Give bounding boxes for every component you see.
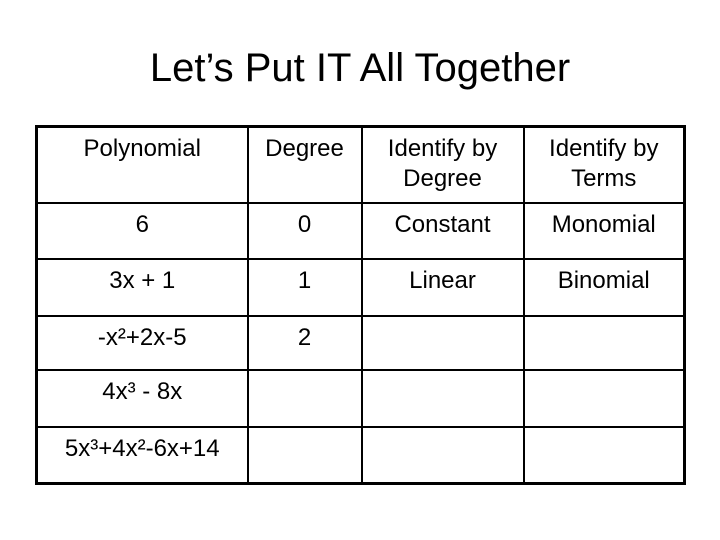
cell-by-degree: Linear xyxy=(360,257,525,317)
cell-by-terms xyxy=(522,314,686,371)
table-row: 6 0 Constant Monomial xyxy=(35,201,686,260)
cell-degree xyxy=(246,425,363,485)
cell-degree xyxy=(246,368,363,428)
cell-polynomial: 6 xyxy=(35,201,249,260)
slide-title: Let’s Put IT All Together xyxy=(149,46,571,90)
polynomial-table: Polynomial Degree Identify by Degree Ide… xyxy=(35,125,686,485)
table-row: 5x³+4x²-6x+14 xyxy=(35,425,686,485)
cell-by-degree xyxy=(360,425,525,485)
cell-polynomial: 3x + 1 xyxy=(35,257,249,317)
cell-degree: 1 xyxy=(246,257,363,317)
header-identify-by-degree: Identify by Degree xyxy=(360,125,525,204)
header-polynomial: Polynomial xyxy=(35,125,249,204)
header-degree: Degree xyxy=(246,125,363,204)
cell-by-degree: Constant xyxy=(360,201,525,260)
table-row: 4x³ - 8x xyxy=(35,368,686,428)
table-header-row: Polynomial Degree Identify by Degree Ide… xyxy=(35,125,686,204)
cell-degree: 2 xyxy=(246,314,363,371)
cell-by-terms xyxy=(522,368,686,428)
cell-by-degree xyxy=(360,368,525,428)
header-identify-by-terms: Identify by Terms xyxy=(522,125,686,204)
cell-degree: 0 xyxy=(246,201,363,260)
cell-polynomial: 4x³ - 8x xyxy=(35,368,249,428)
cell-by-terms xyxy=(522,425,686,485)
cell-polynomial: -x²+2x-5 xyxy=(35,314,249,371)
cell-by-terms: Monomial xyxy=(522,201,686,260)
table-row: 3x + 1 1 Linear Binomial xyxy=(35,257,686,317)
cell-by-terms: Binomial xyxy=(522,257,686,317)
table-row: -x²+2x-5 2 xyxy=(35,314,686,371)
cell-by-degree xyxy=(360,314,525,371)
cell-polynomial: 5x³+4x²-6x+14 xyxy=(35,425,249,485)
